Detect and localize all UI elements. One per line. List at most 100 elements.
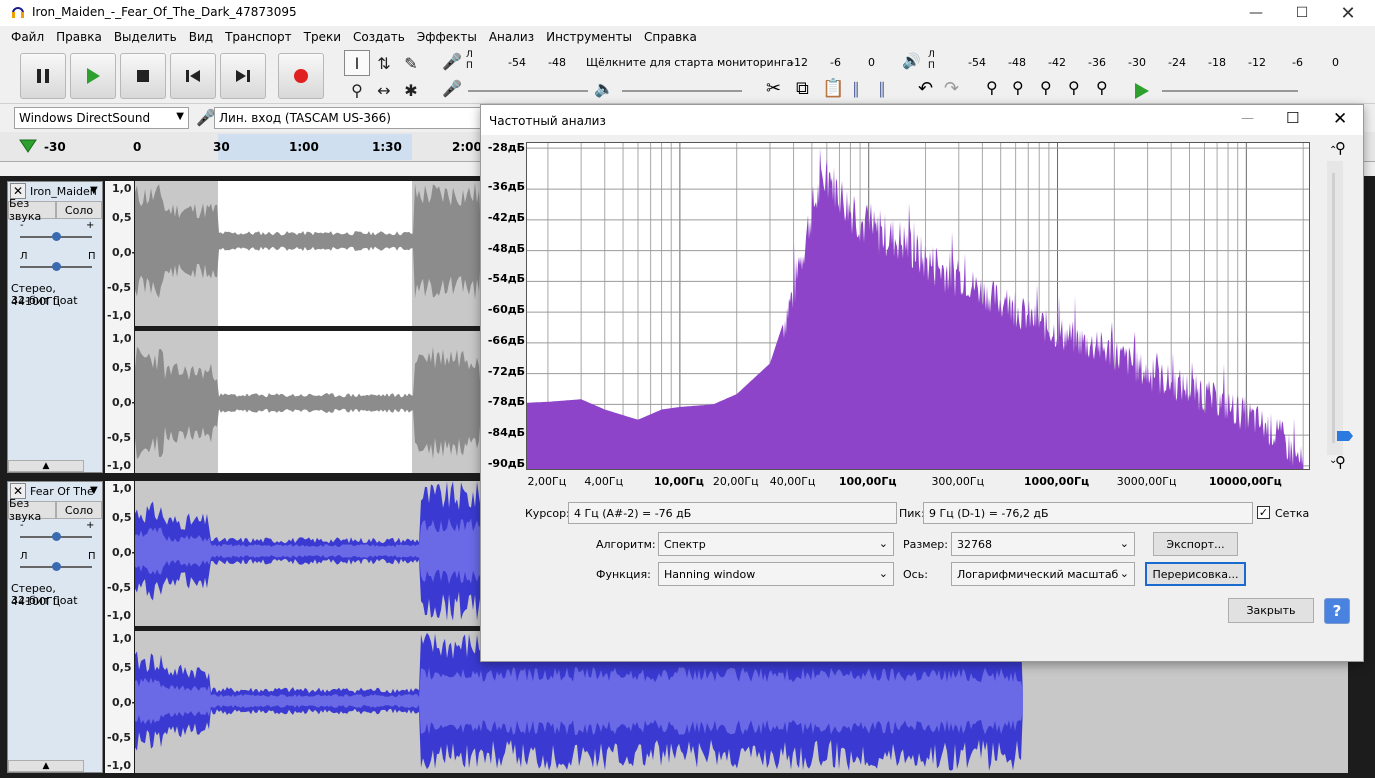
- mute-button[interactable]: Без звука: [8, 197, 56, 223]
- play-speed-slider[interactable]: [1162, 90, 1298, 92]
- dialog-minimize-button[interactable]: —: [1241, 111, 1254, 126]
- selection-tool-icon[interactable]: I: [344, 50, 370, 76]
- chevron-down-icon[interactable]: ▼: [90, 185, 98, 196]
- chevron-down-icon[interactable]: ▼: [90, 485, 98, 496]
- menu-generate[interactable]: Создать: [347, 30, 411, 44]
- scroll-up-icon[interactable]: ⌃: [1329, 145, 1337, 156]
- stop-button[interactable]: [120, 53, 166, 99]
- mute-button[interactable]: Без звука: [8, 497, 56, 523]
- dialog-close-icon[interactable]: ✕: [1333, 109, 1347, 129]
- undo-icon[interactable]: ↶: [918, 78, 933, 99]
- db-axis: -28дБ -36дБ -42дБ -48дБ -54дБ -60дБ -66дБ -72дБ…: [481, 141, 525, 471]
- size-select[interactable]: 32768 ⌄: [951, 532, 1135, 556]
- menu-tracks[interactable]: Треки: [298, 30, 347, 44]
- collapse-track-button[interactable]: ▲: [8, 760, 84, 772]
- solo-button[interactable]: Соло: [56, 501, 102, 519]
- skip-end-button[interactable]: [220, 53, 266, 99]
- solo-button[interactable]: Соло: [56, 201, 102, 219]
- grid-checkbox[interactable]: ✓: [1257, 506, 1270, 519]
- axis-select[interactable]: Логарифмический масштаб ⌄: [951, 562, 1135, 586]
- window-function-select[interactable]: Hanning window ⌄: [658, 562, 894, 586]
- fit-selection-icon[interactable]: ⚲: [1040, 78, 1052, 97]
- maximize-button[interactable]: ☐: [1279, 0, 1325, 26]
- cut-icon[interactable]: ✂: [766, 78, 781, 99]
- speaker-icon: 🔊: [902, 52, 921, 70]
- meter-tick: -12: [790, 56, 808, 69]
- trim-icon[interactable]: ∥: [852, 79, 860, 98]
- frequency-tick-label: 2,00Гц: [527, 475, 567, 488]
- silence-icon[interactable]: ∥: [878, 79, 886, 98]
- track-control-panel[interactable]: ✕ Fear Of The ▼ Без звука Соло - + Л П С…: [7, 481, 103, 773]
- monitoring-prompt[interactable]: Щёлкните для старта мониторинга: [586, 56, 793, 69]
- cursor-label: Курсор:: [525, 507, 570, 520]
- vertical-zoom-rail: [1332, 173, 1335, 443]
- gain-slider-thumb[interactable]: [52, 232, 61, 241]
- audio-host-select[interactable]: Windows DirectSound ▼: [14, 107, 189, 129]
- pan-left-label: Л: [20, 551, 28, 562]
- track-waveform[interactable]: [135, 181, 481, 473]
- skip-start-button[interactable]: [170, 53, 216, 99]
- meter-tick: -24: [1168, 56, 1186, 69]
- record-button[interactable]: [278, 53, 324, 99]
- multi-tool-icon[interactable]: ✱: [398, 77, 424, 103]
- output-volume-slider[interactable]: [622, 90, 742, 92]
- pause-button[interactable]: [20, 53, 66, 99]
- menu-edit[interactable]: Правка: [50, 30, 108, 44]
- zoom-tool-icon[interactable]: ⚲: [344, 77, 370, 103]
- menu-select[interactable]: Выделить: [108, 30, 183, 44]
- meter-tick: -12: [1248, 56, 1266, 69]
- paste-icon[interactable]: 📋: [822, 78, 844, 99]
- db-tick-label: -28дБ: [487, 141, 525, 154]
- play-icon: [87, 68, 100, 84]
- timeshift-tool-icon[interactable]: ↔: [371, 77, 397, 103]
- algorithm-select[interactable]: Спектр ⌄: [658, 532, 894, 556]
- pan-slider-thumb[interactable]: [52, 262, 61, 271]
- help-button[interactable]: ?: [1324, 598, 1350, 624]
- input-device-select[interactable]: Лин. вход (TASCAM US-366): [214, 107, 484, 129]
- export-button[interactable]: Экспорт...: [1153, 532, 1238, 556]
- playback-meter[interactable]: 🔊 ЛП -54 -48 -42 -36 -30 -24 -18 -12 -6 …: [898, 50, 1343, 74]
- zoom-out-icon[interactable]: ⚲: [1335, 453, 1346, 471]
- dialog-maximize-button[interactable]: ☐: [1286, 109, 1299, 127]
- vertical-zoom-track[interactable]: [1327, 161, 1343, 455]
- pan-slider-thumb[interactable]: [52, 562, 61, 571]
- collapse-track-button[interactable]: ▲: [8, 460, 84, 472]
- track-control-panel[interactable]: ✕ Iron_Maiden ▼ Без звука Соло - + Л П С…: [7, 181, 103, 473]
- close-window-button[interactable]: ✕: [1325, 0, 1371, 26]
- zoom-toggle-icon[interactable]: ⚲: [1096, 78, 1108, 97]
- replot-button[interactable]: Перерисовка...: [1145, 562, 1246, 586]
- meter-tick: -54: [968, 56, 986, 69]
- db-tick-label: -72дБ: [487, 364, 525, 378]
- gain-slider-thumb[interactable]: [52, 532, 61, 541]
- function-label: Функция:: [596, 568, 651, 581]
- spectrum-plot[interactable]: [526, 142, 1310, 470]
- draw-tool-icon[interactable]: ✎: [398, 50, 424, 76]
- minimize-button[interactable]: —: [1233, 0, 1279, 26]
- menu-transport[interactable]: Транспорт: [219, 30, 298, 44]
- record-meter[interactable]: 🎤 ЛП -54 -48 Щёлкните для старта монитор…: [440, 50, 880, 74]
- zoom-out-icon[interactable]: ⚲: [1012, 78, 1024, 97]
- envelope-tool-icon[interactable]: ⇅: [371, 50, 397, 76]
- zoom-in-icon[interactable]: ⚲: [986, 78, 998, 97]
- menu-file[interactable]: Файл: [5, 30, 50, 44]
- play-at-speed-icon[interactable]: [1132, 81, 1152, 101]
- menu-tools[interactable]: Инструменты: [540, 30, 638, 44]
- zoom-slider-thumb[interactable]: [1337, 431, 1353, 441]
- menu-view[interactable]: Вид: [183, 30, 219, 44]
- timeline-tick: 1:30: [372, 140, 402, 154]
- menu-help[interactable]: Справка: [638, 30, 703, 44]
- play-button[interactable]: [70, 53, 116, 99]
- fit-project-icon[interactable]: ⚲: [1068, 78, 1080, 97]
- copy-icon[interactable]: ⧉: [796, 78, 809, 99]
- close-button[interactable]: Закрыть: [1228, 598, 1314, 623]
- gain-min-label: -: [20, 220, 24, 231]
- redo-icon[interactable]: ↷: [944, 78, 959, 99]
- menu-analyze[interactable]: Анализ: [483, 30, 540, 44]
- input-volume-slider[interactable]: [468, 90, 588, 92]
- audacity-window: Iron_Maiden_-_Fear_Of_The_Dark_47873095 …: [0, 0, 1375, 778]
- menu-effects[interactable]: Эффекты: [411, 30, 483, 44]
- db-tick-label: -54дБ: [487, 272, 525, 286]
- frequency-tick-label: 3000,00Гц: [1116, 475, 1177, 488]
- meter-tick: 0: [1332, 56, 1339, 69]
- scale-label: -0,5: [107, 581, 132, 594]
